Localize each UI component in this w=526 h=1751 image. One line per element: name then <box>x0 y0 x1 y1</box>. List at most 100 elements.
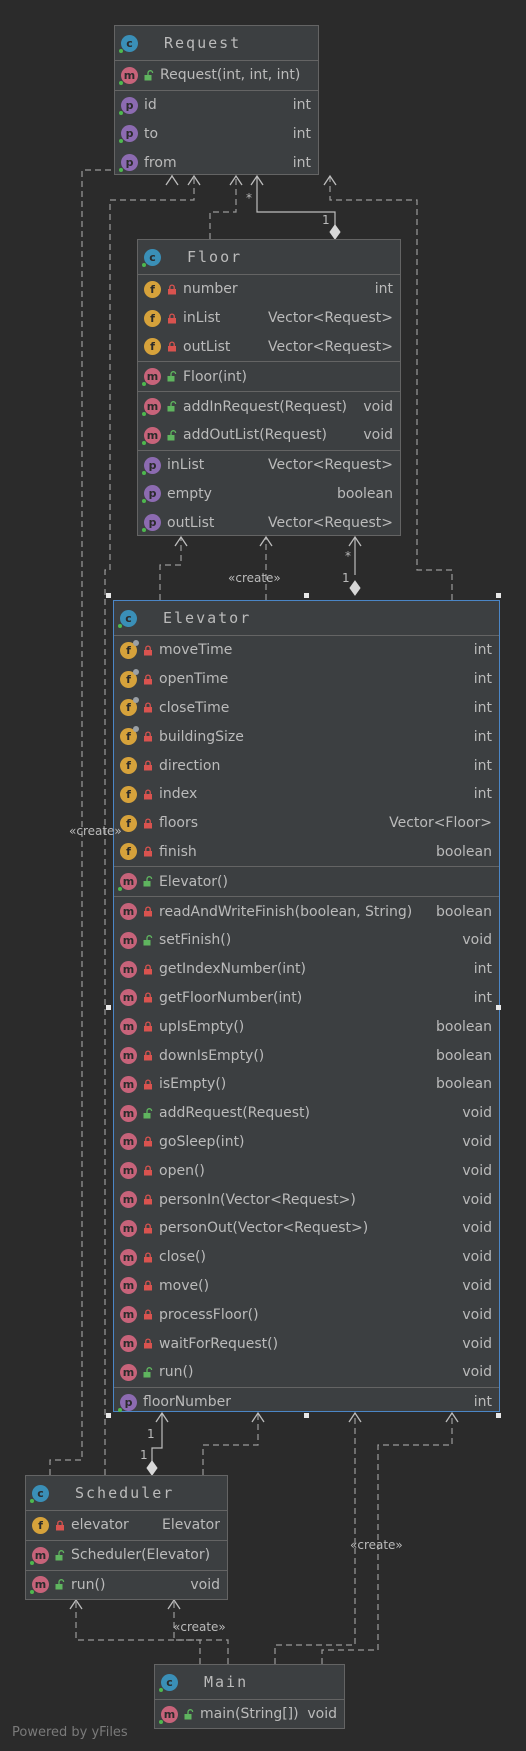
method-row[interactable]: m close() void <box>114 1243 499 1272</box>
method-row[interactable]: m run() void <box>26 1571 227 1600</box>
method-row[interactable]: m run() void <box>114 1358 499 1387</box>
class-name: Main <box>204 1673 249 1691</box>
private-lock-icon <box>144 1021 152 1032</box>
field-row[interactable]: f buildingSize int <box>114 722 499 751</box>
selection-handle[interactable] <box>304 593 309 598</box>
method-row[interactable]: m processFloor() void <box>114 1300 499 1329</box>
member-name: addInRequest(Request) <box>183 398 348 415</box>
propertie-row[interactable]: p inList Vector<Request> <box>138 451 400 480</box>
method-row[interactable]: m personOut(Vector<Request>) void <box>114 1214 499 1243</box>
member-type: boolean <box>436 903 492 920</box>
method-icon: m <box>142 368 161 387</box>
selection-handle[interactable] <box>106 1005 111 1010</box>
method-row[interactable]: m waitForRequest() void <box>114 1329 499 1358</box>
public-lock-icon <box>143 876 153 887</box>
member-type: Vector<Request> <box>268 310 393 327</box>
constructor-row[interactable]: m Floor(int) <box>138 362 400 391</box>
class-header: c Request <box>115 26 318 61</box>
class-name: Scheduler <box>75 1484 175 1502</box>
fields-section: f number int f inList Vector<Request> f outList… <box>138 275 400 363</box>
class-scheduler[interactable]: c Scheduler f elevator Elevator m Scheduler… <box>25 1475 228 1600</box>
class-request[interactable]: c Request m Request(int, int, int) p id int… <box>114 25 319 175</box>
selection-handle[interactable] <box>496 1005 501 1010</box>
class-header: c Main <box>155 1665 344 1700</box>
field-row[interactable]: f direction int <box>114 751 499 780</box>
private-lock-icon <box>144 702 152 713</box>
member-name: moveTime <box>159 642 233 659</box>
field-row[interactable]: f number int <box>138 275 400 304</box>
multiplicity-floor-star: * <box>345 549 351 563</box>
member-name: id <box>144 97 157 114</box>
aggregation-diamond-icon <box>349 580 361 596</box>
field-row[interactable]: f closeTime int <box>114 694 499 723</box>
selection-handle[interactable] <box>106 593 111 598</box>
private-lock-icon <box>144 674 152 685</box>
field-row[interactable]: f inList Vector<Request> <box>138 304 400 333</box>
member-name: waitForRequest() <box>159 1335 279 1352</box>
method-row[interactable]: m move() void <box>114 1272 499 1301</box>
method-row[interactable]: m open() void <box>114 1156 499 1185</box>
field-icon: f <box>32 1516 49 1534</box>
method-icon: m <box>30 1576 49 1595</box>
public-lock-icon <box>55 1488 65 1499</box>
class-floor[interactable]: c Floor f number int f inList Vector<Request>… <box>137 239 401 536</box>
member-type: int <box>374 281 393 298</box>
field-row[interactable]: f moveTime int <box>114 636 499 665</box>
member-type: int <box>292 154 311 171</box>
method-row[interactable]: m setFinish() void <box>114 926 499 955</box>
field-row[interactable]: f finish boolean <box>114 838 499 867</box>
member-name: readAndWriteFinish(boolean, String) <box>159 903 413 920</box>
method-row[interactable]: m isEmpty() boolean <box>114 1070 499 1099</box>
method-row[interactable]: m getFloorNumber(int) int <box>114 984 499 1013</box>
private-lock-icon <box>168 341 176 352</box>
method-row[interactable]: m downIsEmpty() boolean <box>114 1041 499 1070</box>
private-lock-icon <box>144 906 152 917</box>
selection-handle[interactable] <box>496 1413 501 1418</box>
propertie-row[interactable]: p id int <box>115 91 318 120</box>
public-lock-icon <box>184 1677 194 1688</box>
field-row[interactable]: f index int <box>114 780 499 809</box>
method-row[interactable]: m addRequest(Request) void <box>114 1099 499 1128</box>
propertie-row[interactable]: p from int <box>115 148 318 177</box>
class-icon: c <box>142 248 161 267</box>
field-row[interactable]: f outList Vector<Request> <box>138 333 400 362</box>
constructor-row[interactable]: m Elevator() <box>114 867 499 896</box>
selection-handle[interactable] <box>496 593 501 598</box>
propertie-row[interactable]: p empty boolean <box>138 480 400 509</box>
member-name: outList <box>183 338 231 355</box>
method-row[interactable]: m getIndexNumber(int) int <box>114 955 499 984</box>
field-row[interactable]: f openTime int <box>114 665 499 694</box>
constructor-row[interactable]: m Request(int, int, int) <box>115 61 318 90</box>
member-name: from <box>144 154 177 171</box>
propertie-row[interactable]: p outList Vector<Request> <box>138 508 400 537</box>
propertie-row[interactable]: p to int <box>115 120 318 149</box>
class-elevator[interactable]: c Elevator f moveTime int f openTime int f clos… <box>113 600 500 1412</box>
public-lock-icon <box>167 429 177 441</box>
method-row[interactable]: m upIsEmpty() boolean <box>114 1012 499 1041</box>
private-lock-icon <box>144 964 152 975</box>
member-type: void <box>363 427 393 444</box>
member-type: void <box>462 1306 492 1323</box>
method-row[interactable]: m addOutList(Request) void <box>138 421 400 450</box>
constructor-row[interactable]: m Scheduler(Elevator) <box>26 1541 227 1570</box>
method-row[interactable]: m main(String[]) void <box>155 1700 344 1729</box>
private-lock-icon <box>144 645 152 656</box>
member-name: closeTime <box>159 699 230 716</box>
field-row[interactable]: f elevator Elevator <box>26 1511 227 1540</box>
field-icon: f <box>144 338 161 356</box>
selection-handle[interactable] <box>106 1413 111 1418</box>
field-icon: f <box>120 785 137 803</box>
selection-handle[interactable] <box>304 1413 309 1418</box>
member-name: outList <box>167 514 215 531</box>
method-row[interactable]: m readAndWriteFinish(boolean, String) bool… <box>114 897 499 926</box>
member-name: isEmpty() <box>159 1076 227 1093</box>
method-row[interactable]: m goSleep(int) void <box>114 1128 499 1157</box>
field-row[interactable]: f floors Vector<Floor> <box>114 809 499 838</box>
method-icon: m <box>30 1546 49 1565</box>
member-name: goSleep(int) <box>159 1133 245 1150</box>
method-row[interactable]: m addInRequest(Request) void <box>138 392 400 421</box>
class-main[interactable]: c Main m main(String[]) void <box>154 1664 345 1729</box>
method-row[interactable]: m personIn(Vector<Request>) void <box>114 1185 499 1214</box>
member-type: void <box>462 1277 492 1294</box>
member-type: boolean <box>337 485 393 502</box>
